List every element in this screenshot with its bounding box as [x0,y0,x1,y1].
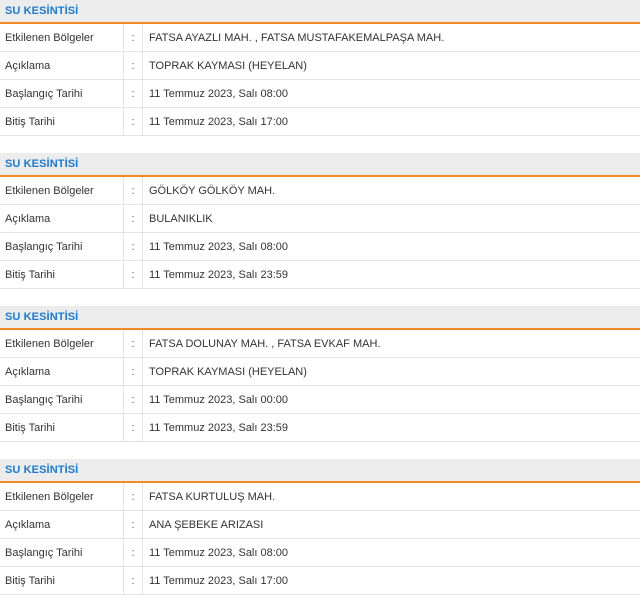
affected-areas-row: Etkilenen Bölgeler : FATSA DOLUNAY MAH. … [0,330,640,358]
affected-areas-value: FATSA DOLUNAY MAH. , FATSA EVKAF MAH. [149,337,381,350]
card-gap [0,289,640,299]
start-date-label: Başlangıç Tarihi [5,393,83,406]
start-date-value: 11 Temmuz 2023, Salı 08:00 [149,240,289,253]
outage-type-title: SU KESİNTİSİ [5,5,79,17]
start-date-value: 11 Temmuz 2023, Salı 08:00 [149,87,289,100]
end-date-value: 11 Temmuz 2023, Salı 23:59 [149,421,289,434]
start-date-value: 11 Temmuz 2023, Salı 00:00 [149,393,289,406]
description-value: ANA ŞEBEKE ARIZASI [149,518,264,531]
outage-card-header: SU KESİNTİSİ [0,153,640,177]
start-date-label: Başlangıç Tarihi [5,240,83,253]
outage-type-title: SU KESİNTİSİ [5,311,79,323]
colon-separator: : [123,233,143,260]
description-label: Açıklama [5,518,51,531]
outage-card: SU KESİNTİSİ Etkilenen Bölgeler : FATSA … [0,306,640,459]
card-gap [0,442,640,452]
outage-card: SU KESİNTİSİ Etkilenen Bölgeler : FATSA … [0,459,640,600]
colon-separator: : [123,386,143,413]
colon-separator: : [123,330,143,357]
end-date-label: Bitiş Tarihi [5,574,55,587]
outage-card-header: SU KESİNTİSİ [0,306,640,330]
outage-card: SU KESİNTİSİ Etkilenen Bölgeler : GÖLKÖY… [0,153,640,306]
colon-separator: : [123,567,143,594]
outage-card: SU KESİNTİSİ Etkilenen Bölgeler : FATSA … [0,0,640,153]
colon-separator: : [123,511,143,538]
end-date-row: Bitiş Tarihi : 11 Temmuz 2023, Salı 23:5… [0,414,640,442]
description-row: Açıklama : TOPRAK KAYMASI (HEYELAN) [0,52,640,80]
end-date-label: Bitiş Tarihi [5,268,55,281]
colon-separator: : [123,483,143,510]
affected-areas-value: GÖLKÖY GÖLKÖY MAH. [149,184,276,197]
colon-separator: : [123,177,143,204]
affected-areas-label: Etkilenen Bölgeler [5,31,94,44]
colon-separator: : [123,539,143,566]
affected-areas-row: Etkilenen Bölgeler : GÖLKÖY GÖLKÖY MAH. [0,177,640,205]
colon-separator: : [123,108,143,135]
affected-areas-value: FATSA AYAZLI MAH. , FATSA MUSTAFAKEMALPA… [149,31,445,44]
start-date-row: Başlangıç Tarihi : 11 Temmuz 2023, Salı … [0,386,640,414]
end-date-row: Bitiş Tarihi : 11 Temmuz 2023, Salı 23:5… [0,261,640,289]
outage-card-header: SU KESİNTİSİ [0,0,640,24]
colon-separator: : [123,24,143,51]
start-date-label: Başlangıç Tarihi [5,87,83,100]
affected-areas-label: Etkilenen Bölgeler [5,490,94,503]
start-date-row: Başlangıç Tarihi : 11 Temmuz 2023, Salı … [0,539,640,567]
end-date-value: 11 Temmuz 2023, Salı 23:59 [149,268,289,281]
card-gap [0,136,640,146]
colon-separator: : [123,80,143,107]
end-date-value: 11 Temmuz 2023, Salı 17:00 [149,115,289,128]
colon-separator: : [123,205,143,232]
outage-type-title: SU KESİNTİSİ [5,158,79,170]
description-label: Açıklama [5,59,51,72]
start-date-row: Başlangıç Tarihi : 11 Temmuz 2023, Salı … [0,80,640,108]
description-value: TOPRAK KAYMASI (HEYELAN) [149,365,307,378]
affected-areas-label: Etkilenen Bölgeler [5,337,94,350]
colon-separator: : [123,52,143,79]
end-date-label: Bitiş Tarihi [5,421,55,434]
start-date-value: 11 Temmuz 2023, Salı 08:00 [149,546,289,559]
end-date-label: Bitiş Tarihi [5,115,55,128]
end-date-value: 11 Temmuz 2023, Salı 17:00 [149,574,289,587]
outage-card-header: SU KESİNTİSİ [0,459,640,483]
description-row: Açıklama : BULANIKLIK [0,205,640,233]
end-date-row: Bitiş Tarihi : 11 Temmuz 2023, Salı 17:0… [0,567,640,595]
colon-separator: : [123,414,143,441]
affected-areas-value: FATSA KURTULUŞ MAH. [149,490,276,503]
affected-areas-row: Etkilenen Bölgeler : FATSA KURTULUŞ MAH. [0,483,640,511]
outage-type-title: SU KESİNTİSİ [5,464,79,476]
end-date-row: Bitiş Tarihi : 11 Temmuz 2023, Salı 17:0… [0,108,640,136]
colon-separator: : [123,358,143,385]
description-value: BULANIKLIK [149,212,213,225]
description-row: Açıklama : ANA ŞEBEKE ARIZASI [0,511,640,539]
affected-areas-label: Etkilenen Bölgeler [5,184,94,197]
description-row: Açıklama : TOPRAK KAYMASI (HEYELAN) [0,358,640,386]
affected-areas-row: Etkilenen Bölgeler : FATSA AYAZLI MAH. ,… [0,24,640,52]
description-label: Açıklama [5,365,51,378]
start-date-label: Başlangıç Tarihi [5,546,83,559]
description-label: Açıklama [5,212,51,225]
description-value: TOPRAK KAYMASI (HEYELAN) [149,59,307,72]
outage-list: SU KESİNTİSİ Etkilenen Bölgeler : FATSA … [0,0,640,600]
start-date-row: Başlangıç Tarihi : 11 Temmuz 2023, Salı … [0,233,640,261]
colon-separator: : [123,261,143,288]
